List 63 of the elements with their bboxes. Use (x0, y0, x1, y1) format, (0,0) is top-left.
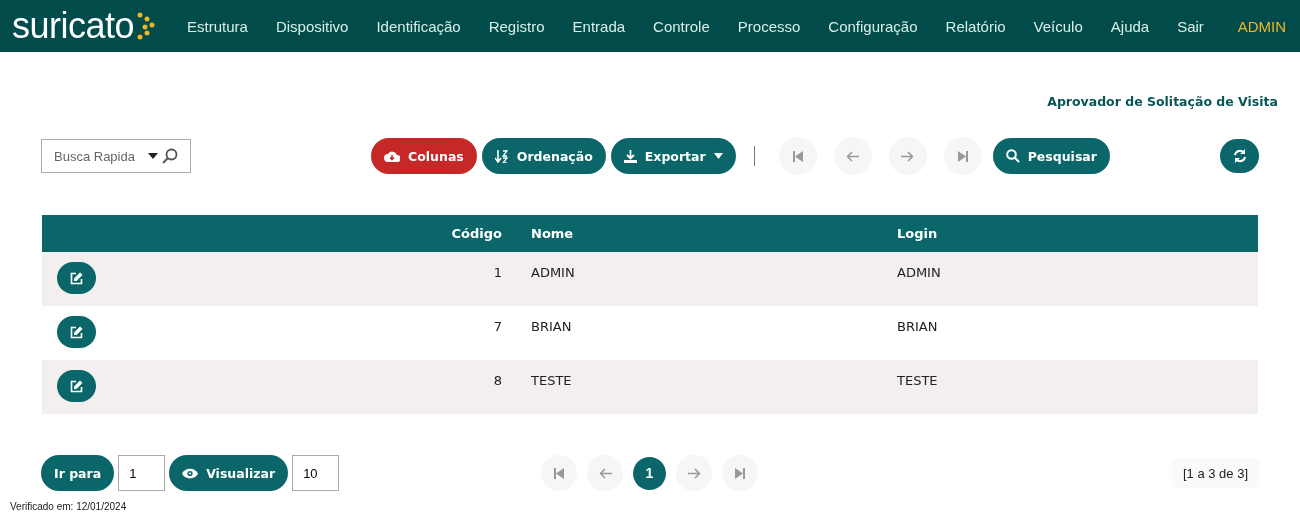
skip-forward-icon (735, 467, 745, 479)
menu-item[interactable]: Veículo (1019, 17, 1097, 35)
edit-button[interactable] (57, 262, 96, 294)
refresh-button[interactable] (1220, 139, 1259, 173)
table-cell: TESTE (531, 373, 572, 388)
search-icon (1005, 149, 1020, 163)
arrow-left-icon (846, 150, 860, 162)
go-to-button[interactable]: Ir para (41, 455, 115, 491)
caret-icon (148, 153, 158, 159)
eye-icon (182, 467, 199, 479)
column-header[interactable]: Nome (516, 215, 897, 252)
skip-back-icon (792, 150, 803, 162)
user-name[interactable]: ADMIN (1237, 17, 1288, 35)
menu-item[interactable]: Dispositivo (261, 17, 363, 35)
search-button[interactable]: Pesquisar (992, 138, 1110, 174)
menu-item[interactable]: Estrutura (173, 17, 262, 35)
cloud-download-icon (384, 150, 401, 162)
edit-button[interactable] (57, 316, 96, 348)
view-button[interactable]: Visualizar (169, 455, 289, 491)
edit-button[interactable] (57, 370, 96, 402)
edit-icon (70, 271, 83, 285)
arrow-right-icon (687, 467, 701, 479)
menu-item[interactable]: Ajuda (1096, 17, 1164, 35)
page-size-field[interactable]: 10 (292, 455, 340, 491)
record-range: [1 a 3 de 3] (1172, 459, 1258, 487)
dots-icon (135, 12, 156, 40)
menu-item[interactable]: Relatório (931, 17, 1020, 35)
page-button[interactable]: 1 (633, 456, 666, 490)
table-cell: TESTE (897, 373, 938, 388)
quick-search-field[interactable]: Busca Rapida (41, 139, 191, 173)
edit-icon (70, 379, 83, 393)
table-cell: ADMIN (531, 265, 575, 280)
page-title: Aprovador de Solitação de Visita (1047, 94, 1278, 111)
menu-item[interactable]: Identificação (362, 17, 475, 35)
menu-item[interactable]: Sair (1163, 17, 1218, 35)
table-cell: ADMIN (897, 265, 941, 280)
menu-item[interactable]: Registro (474, 17, 559, 35)
table-cell: BRIAN (897, 319, 938, 334)
refresh-icon (1232, 149, 1247, 163)
page-number-field[interactable]: 1 (118, 455, 166, 491)
verified-date: Verificado em: 12/01/2024 (10, 501, 128, 512)
table-cell: BRIAN (531, 319, 572, 334)
download-icon (623, 149, 637, 163)
table-cell: 1 (493, 265, 502, 280)
skip-back-icon (554, 467, 564, 479)
column-header[interactable]: Código (118, 215, 516, 252)
caret-icon (713, 153, 723, 159)
menu-item[interactable]: Controle (639, 17, 724, 35)
table-cell: 7 (493, 319, 502, 334)
arrow-right-icon (901, 150, 915, 162)
table-cell: 8 (493, 373, 502, 388)
columns-button[interactable]: Colunas (371, 138, 477, 174)
menu-item[interactable]: Entrada (558, 17, 640, 35)
column-header[interactable]: Login (897, 215, 1258, 252)
edit-icon (70, 325, 83, 339)
menu-item[interactable]: Processo (723, 17, 815, 35)
arrow-left-icon (598, 467, 612, 479)
sort-button[interactable]: Ordenação (481, 138, 606, 174)
menu-item[interactable]: Configuração (814, 17, 932, 35)
export-button[interactable]: Exportar (610, 138, 736, 174)
search-icon (162, 148, 178, 164)
skip-forward-icon (957, 150, 968, 162)
sort-icon (494, 149, 509, 163)
